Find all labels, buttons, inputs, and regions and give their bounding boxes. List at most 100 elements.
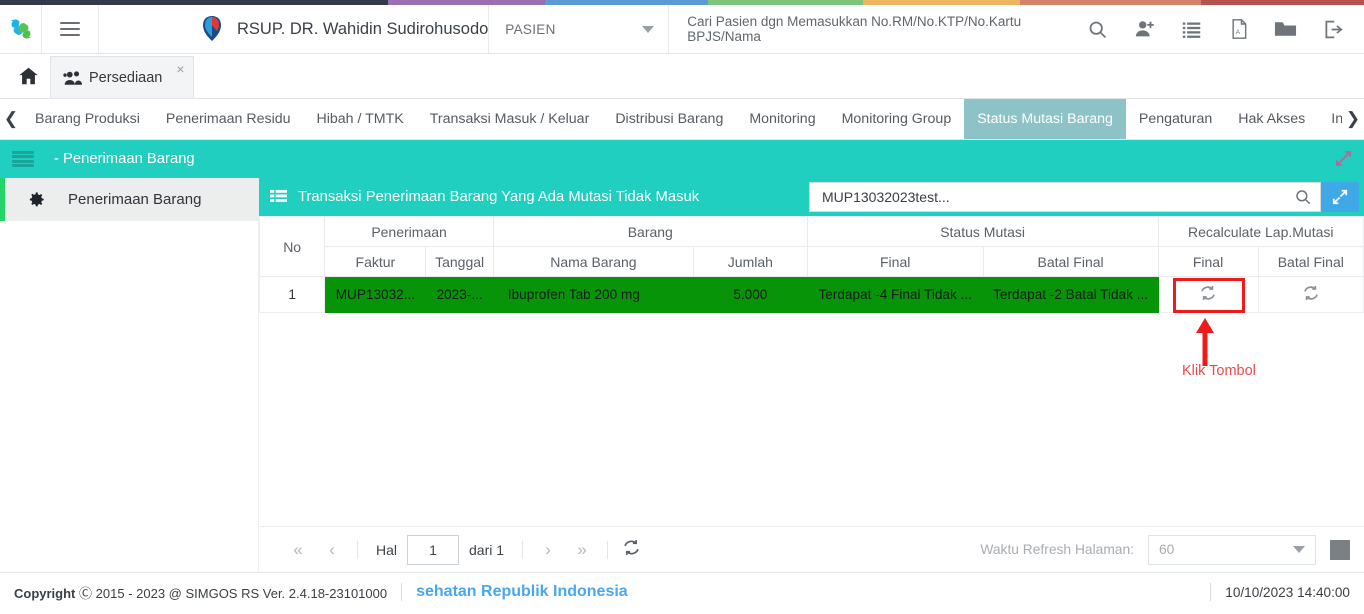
search-icon[interactable] [1074, 5, 1121, 54]
refresh-interval-select[interactable]: 60 [1148, 534, 1316, 565]
divider [522, 540, 524, 559]
menu-items-container: Barang Produksi Penerimaan Residu Hibah / … [22, 99, 1342, 139]
list-icon[interactable] [1168, 5, 1215, 54]
copyright-detail: 2015 - 2023 @ SIMGOS RS Ver. 2.4.18-2310… [95, 585, 388, 601]
search-input[interactable] [820, 188, 1294, 206]
menu-item-transaksi-masuk-keluar[interactable]: Transaksi Masuk / Keluar [417, 99, 603, 139]
module-select-value: PASIEN [505, 21, 556, 37]
page-number-input[interactable] [407, 534, 460, 565]
cell-faktur: MUP13032... [324, 276, 427, 313]
page-last-button[interactable]: » [565, 535, 599, 565]
svg-text:A: A [1235, 29, 1240, 36]
page-next-button[interactable]: › [531, 535, 565, 565]
menu-item-interkoneksi-sakti[interactable]: Interkoneksi SAKTI [1318, 99, 1342, 139]
menu-scroll-right-icon[interactable]: ❯ [1342, 99, 1364, 139]
cell-jumlah: 5.000 [692, 276, 808, 313]
mutasi-table: No Penerimaan Barang Status Mutasi Recal… [258, 216, 1364, 313]
cell-recalc-batal-final[interactable] [1257, 276, 1364, 313]
cell-recalc-final[interactable] [1157, 276, 1259, 313]
cell-tanggal: 2023-... [425, 276, 494, 313]
section-title: - Penerimaan Barang [54, 151, 195, 167]
sidebar-item-penerimaan-barang[interactable]: Penerimaan Barang [0, 178, 258, 221]
table-row[interactable]: 1 MUP13032... 2023-... Ibuprofen Tab 200… [258, 276, 1364, 313]
colgroup-penerimaan: Penerimaan [324, 216, 494, 247]
copyright-word: Copyright [14, 585, 76, 601]
chevron-down-icon [642, 25, 655, 33]
auto-refresh-controls: Waktu Refresh Halaman: 60 [980, 534, 1350, 565]
col-jumlah: Jumlah [692, 246, 808, 277]
menu-item-barang-produksi[interactable]: Barang Produksi [22, 99, 153, 139]
stop-button[interactable] [1330, 539, 1350, 560]
divider [607, 540, 609, 559]
footer-datetime-wrap: 10/10/2023 14:40:00 [1196, 583, 1350, 601]
table-body: 1 MUP13032... 2023-... Ibuprofen Tab 200… [258, 276, 1364, 313]
colgroup-barang: Barang [492, 216, 808, 247]
col-faktur: Faktur [324, 246, 427, 277]
home-tab-button[interactable] [6, 54, 50, 98]
page-body: Penerimaan Barang Transaksi Penerimaan B… [0, 178, 1364, 572]
menu-toggle-button[interactable] [41, 5, 99, 53]
cell-nama-barang: Ibuprofen Tab 200 mg [492, 276, 694, 313]
page-first-button[interactable]: « [281, 535, 315, 565]
tab-persediaan[interactable]: Persediaan × [50, 56, 194, 98]
menu-item-hibah-tmtk[interactable]: Hibah / TMTK [304, 99, 417, 139]
panel-title: Transaksi Penerimaan Barang Yang Ada Mut… [298, 189, 700, 205]
tab-label: Persediaan [89, 69, 163, 86]
col-recalc-final: Final [1157, 246, 1259, 277]
menu-item-distribusi-barang[interactable]: Distribusi Barang [602, 99, 736, 139]
refresh-icon[interactable] [622, 538, 641, 562]
pdf-icon[interactable]: A [1215, 5, 1262, 54]
cell-no: 1 [258, 276, 326, 313]
table-header-sub-row: Faktur Tanggal Nama Barang Jumlah Final … [260, 246, 1364, 277]
hospital-name: RSUP. DR. Wahidin Sudirohusodo [237, 19, 489, 38]
colgroup-recalculate: Recalculate Lap.Mutasi [1157, 216, 1364, 247]
refresh-icon[interactable] [1199, 285, 1217, 305]
panel-search-area [809, 182, 1364, 212]
menu-item-hak-akses[interactable]: Hak Akses [1225, 99, 1318, 139]
panel-header: Transaksi Penerimaan Barang Yang Ada Mut… [259, 178, 1364, 216]
page-prev-button[interactable]: ‹ [315, 535, 349, 565]
menu-item-pengaturan[interactable]: Pengaturan [1126, 99, 1225, 139]
add-user-icon[interactable] [1121, 5, 1168, 54]
hamburger-icon [60, 18, 80, 40]
divider [401, 583, 403, 601]
search-icon[interactable] [1294, 188, 1312, 206]
app-footer: Copyright Ⓒ 2015 - 2023 @ SIMGOS RS Ver.… [0, 572, 1364, 611]
module-menu-bar: ❮ Barang Produksi Penerimaan Residu Hibah … [0, 99, 1364, 140]
app-logo[interactable] [0, 5, 41, 53]
cell-status-batal-final: Terdapat -2 Batal Tidak ... [982, 276, 1159, 313]
drag-grip-icon[interactable] [12, 151, 34, 167]
close-icon[interactable]: × [176, 61, 184, 77]
col-status-final: Final [806, 246, 984, 277]
menu-item-penerimaan-residu[interactable]: Penerimaan Residu [153, 99, 304, 139]
chevron-down-icon [1293, 546, 1305, 553]
simgos-logo-icon [4, 12, 37, 46]
col-status-batal-final: Batal Final [982, 246, 1159, 277]
col-no: No [258, 216, 326, 277]
sidebar: Penerimaan Barang [0, 178, 258, 572]
divider [1210, 583, 1212, 601]
menu-item-monitoring[interactable]: Monitoring [736, 99, 828, 139]
application-window: RSUP. DR. Wahidin Sudirohusodo PASIEN Ca… [0, 0, 1364, 614]
folder-icon[interactable] [1262, 5, 1309, 54]
menu-scroll-left-icon[interactable]: ❮ [0, 99, 22, 139]
panel-expand-button[interactable] [1321, 182, 1359, 212]
table-header-group-row: No Penerimaan Barang Status Mutasi Recal… [258, 216, 1364, 277]
logout-icon[interactable] [1309, 5, 1356, 54]
col-tanggal: Tanggal [425, 246, 494, 277]
sidebar-item-label: Penerimaan Barang [68, 191, 202, 208]
users-icon [63, 70, 83, 85]
section-bar: - Penerimaan Barang [0, 140, 1364, 178]
refresh-time-label: Waktu Refresh Halaman: [980, 542, 1134, 557]
patient-search-hint[interactable]: Cari Pasien dgn Memasukkan No.RM/No.KTP/… [669, 5, 1074, 53]
module-select[interactable]: PASIEN [489, 5, 670, 53]
refresh-icon[interactable] [1302, 285, 1320, 305]
menu-item-status-mutasi-barang[interactable]: Status Mutasi Barang [964, 99, 1126, 139]
table-icon [270, 189, 287, 202]
panel-search-box[interactable] [809, 182, 1321, 212]
tab-strip: Persediaan × [0, 54, 1364, 99]
expand-icon[interactable] [1335, 150, 1352, 172]
menu-item-monitoring-group[interactable]: Monitoring Group [829, 99, 965, 139]
header-icon-bar: A [1074, 5, 1364, 53]
hospital-logo-icon [203, 16, 221, 41]
